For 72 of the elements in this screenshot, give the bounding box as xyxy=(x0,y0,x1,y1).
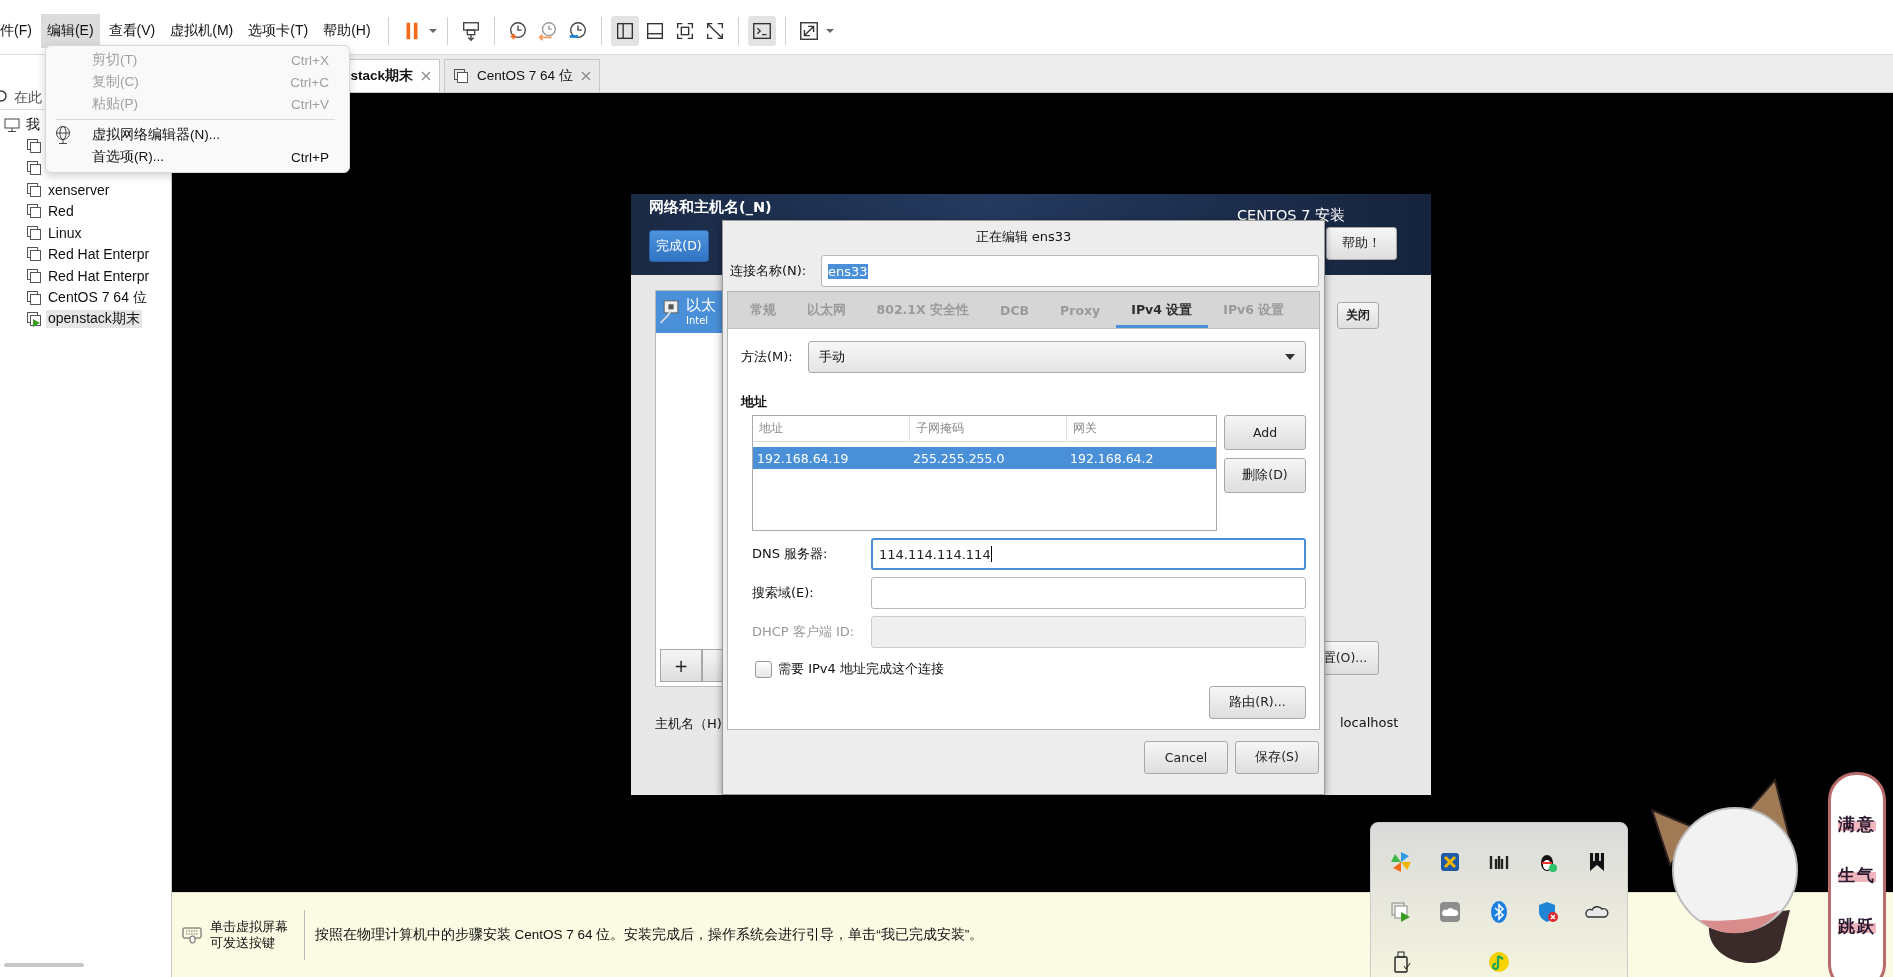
hint-message: 按照在物理计算机中的步骤安装 CentOS 7 64 位。安装完成后，操作系统会进行引导，单击“我已完成安装”。 xyxy=(313,926,984,944)
tree-item[interactable]: CentOS 7 64 位 xyxy=(46,288,149,307)
routes-button[interactable]: 路由(R)... xyxy=(1209,686,1306,719)
menu-item[interactable]: 帮助(H) xyxy=(317,14,377,48)
menu-item[interactable]: 虚拟网络编辑器(N)... xyxy=(46,124,349,146)
close-icon[interactable] xyxy=(421,71,431,81)
vm-icon xyxy=(26,160,42,176)
add-button[interactable]: Add xyxy=(1224,415,1306,450)
tree-item[interactable]: Linux xyxy=(46,224,84,241)
tree-item[interactable]: Red xyxy=(46,203,76,220)
vm-icon xyxy=(26,203,42,220)
field-label: 方法(M): xyxy=(741,348,794,366)
vm-icon xyxy=(26,138,42,155)
add-button[interactable]: + xyxy=(660,649,702,682)
mood-option[interactable]: 满意 xyxy=(1838,813,1876,836)
delete-button[interactable]: 删除(D) xyxy=(1224,458,1306,493)
close-icon[interactable] xyxy=(580,71,591,81)
vm-icon xyxy=(26,289,42,306)
vm-tab[interactable]: CentOS 7 64 位 xyxy=(444,59,600,92)
checkbox[interactable] xyxy=(755,660,772,678)
menu-item[interactable]: 编辑(E) xyxy=(40,14,100,48)
hint-text: 单击虚拟屏幕可发送按键 xyxy=(210,918,289,952)
field-label: 搜索域(E): xyxy=(752,584,815,602)
column-header[interactable]: 子网掩码 xyxy=(909,416,1066,441)
vm-icon xyxy=(26,181,42,198)
column-header[interactable]: 地址 xyxy=(753,416,909,441)
hostname-label: 主机名（H) xyxy=(655,715,722,733)
globe-icon xyxy=(54,125,72,145)
tree-item[interactable]: openstack期末 xyxy=(46,310,142,329)
input-field[interactable] xyxy=(871,577,1306,609)
search-icon xyxy=(0,89,10,105)
running-vm-icon xyxy=(26,311,42,328)
tab[interactable]: IPv4 设置 xyxy=(1115,292,1208,328)
tree-item[interactable]: Red Hat Enterpr xyxy=(46,267,152,284)
menu-item[interactable]: 件(F) xyxy=(0,14,38,48)
method-dropdown[interactable]: 手动 xyxy=(808,341,1306,373)
vm-icon xyxy=(26,267,42,284)
menu-item[interactable]: 虚拟机(M) xyxy=(164,14,240,48)
save-button[interactable]: 保存(S) xyxy=(1235,741,1319,774)
mood-option[interactable]: 生气 xyxy=(1838,864,1876,887)
cancel-button[interactable]: Cancel xyxy=(1144,741,1228,774)
input-field[interactable]: 114.114.114.114 xyxy=(871,538,1306,570)
done-button[interactable]: 完成(D) xyxy=(649,230,709,262)
hostname-value: localhost xyxy=(1340,715,1399,730)
sidebar-view-icon[interactable] xyxy=(610,16,639,46)
checkbox-label: 需要 IPv4 地址完成这个连接 xyxy=(778,660,944,678)
menu-item[interactable]: 查看(V) xyxy=(102,14,162,48)
tree-item[interactable]: 我 xyxy=(24,115,42,134)
field-label: 连接名称(N): xyxy=(730,262,808,280)
field-label: DNS 服务器: xyxy=(752,545,829,563)
vm-icon xyxy=(26,246,42,263)
dialog-title: 正在编辑 ens33 xyxy=(975,228,1072,246)
menu-item[interactable]: 首选项(R)... Ctrl+P xyxy=(46,146,349,168)
mood-option[interactable]: 跳跃 xyxy=(1838,915,1876,938)
field-label: DHCP 客户端 ID: xyxy=(752,623,856,641)
scrollbar[interactable] xyxy=(4,963,84,967)
keyboard-icon xyxy=(182,926,202,944)
tree-item[interactable]: xenserver xyxy=(46,181,112,198)
help-button[interactable]: 帮助！ xyxy=(1326,227,1397,260)
vm-icon xyxy=(26,224,42,241)
vm-icon xyxy=(453,68,469,84)
menu-item[interactable]: 选项卡(T) xyxy=(242,14,315,48)
cloud-icon[interactable] xyxy=(1438,900,1463,924)
console-icon[interactable] xyxy=(747,16,776,46)
caret-icon xyxy=(1285,354,1295,360)
music-icon[interactable] xyxy=(1487,950,1511,974)
computer-icon xyxy=(4,116,20,133)
toggle-button[interactable]: 关闭 xyxy=(1337,302,1379,329)
screen-title: 网络和主机名(_N) xyxy=(649,198,772,217)
section-title: 地址 xyxy=(741,393,768,411)
tree-item[interactable]: Red Hat Enterpr xyxy=(46,246,152,263)
column-header[interactable]: 网关 xyxy=(1066,416,1216,441)
